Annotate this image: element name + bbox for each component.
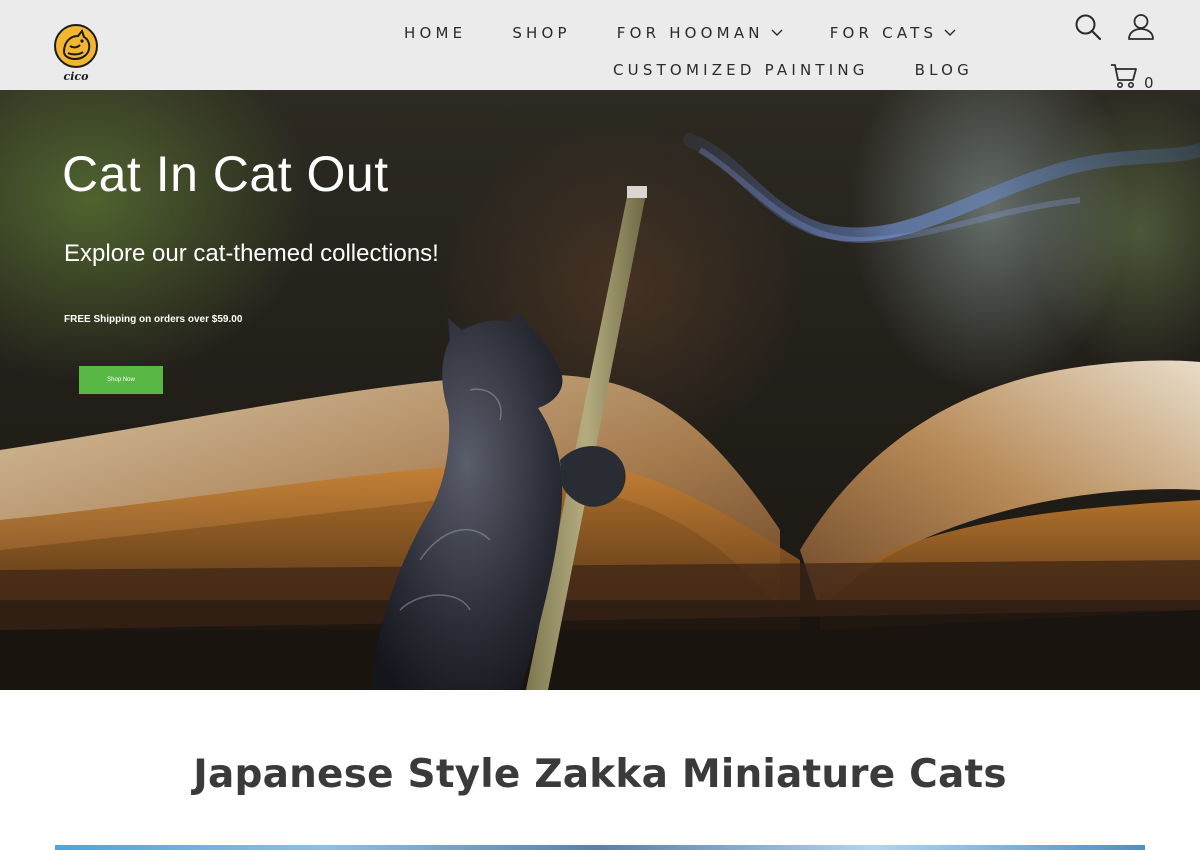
- search-icon[interactable]: [1074, 13, 1102, 41]
- site-header: cico HOME SHOP FOR HOOMAN FOR CATS CUSTO…: [0, 0, 1200, 92]
- nav-for-hooman-label: FOR HOOMAN: [616, 24, 764, 42]
- shop-now-button[interactable]: Shop Now: [79, 366, 163, 394]
- nav-for-hooman[interactable]: FOR HOOMAN: [617, 24, 784, 42]
- account-icon[interactable]: [1127, 13, 1155, 41]
- hero-title: Cat In Cat Out: [62, 146, 389, 202]
- nav-for-cats-label: FOR CATS: [829, 24, 938, 42]
- nav-blog[interactable]: BLOG: [915, 61, 973, 79]
- cat-logo-icon: [54, 24, 98, 68]
- section-title: Japanese Style Zakka Miniature Cats: [193, 752, 1007, 797]
- nav-home[interactable]: HOME: [404, 24, 466, 42]
- chevron-down-icon: [944, 29, 956, 36]
- nav-for-cats[interactable]: FOR CATS: [830, 24, 957, 42]
- nav-customized-painting-label: CUSTOMIZED PAINTING: [613, 61, 869, 79]
- nav-shop[interactable]: SHOP: [512, 24, 570, 42]
- nav-home-label: HOME: [404, 24, 467, 42]
- nav-blog-label: BLOG: [914, 61, 973, 79]
- free-shipping-note: FREE Shipping on orders over $59.00: [64, 314, 243, 325]
- nav-customized-painting[interactable]: CUSTOMIZED PAINTING: [613, 61, 869, 79]
- primary-nav-row-1: HOME SHOP FOR HOOMAN FOR CATS: [404, 24, 957, 42]
- product-banner-edge: [55, 845, 1145, 850]
- hero-banner: Cat In Cat Out Explore our cat-themed co…: [0, 90, 1200, 690]
- cico-logo[interactable]: cico: [52, 22, 104, 84]
- chevron-down-icon: [771, 29, 783, 36]
- logo-wordmark: cico: [63, 70, 89, 83]
- hero-subtitle: Explore our cat-themed collections!: [64, 240, 439, 267]
- cart-icon[interactable]: [1110, 62, 1138, 90]
- nav-shop-label: SHOP: [512, 24, 571, 42]
- primary-nav-row-2: CUSTOMIZED PAINTING BLOG: [613, 61, 973, 79]
